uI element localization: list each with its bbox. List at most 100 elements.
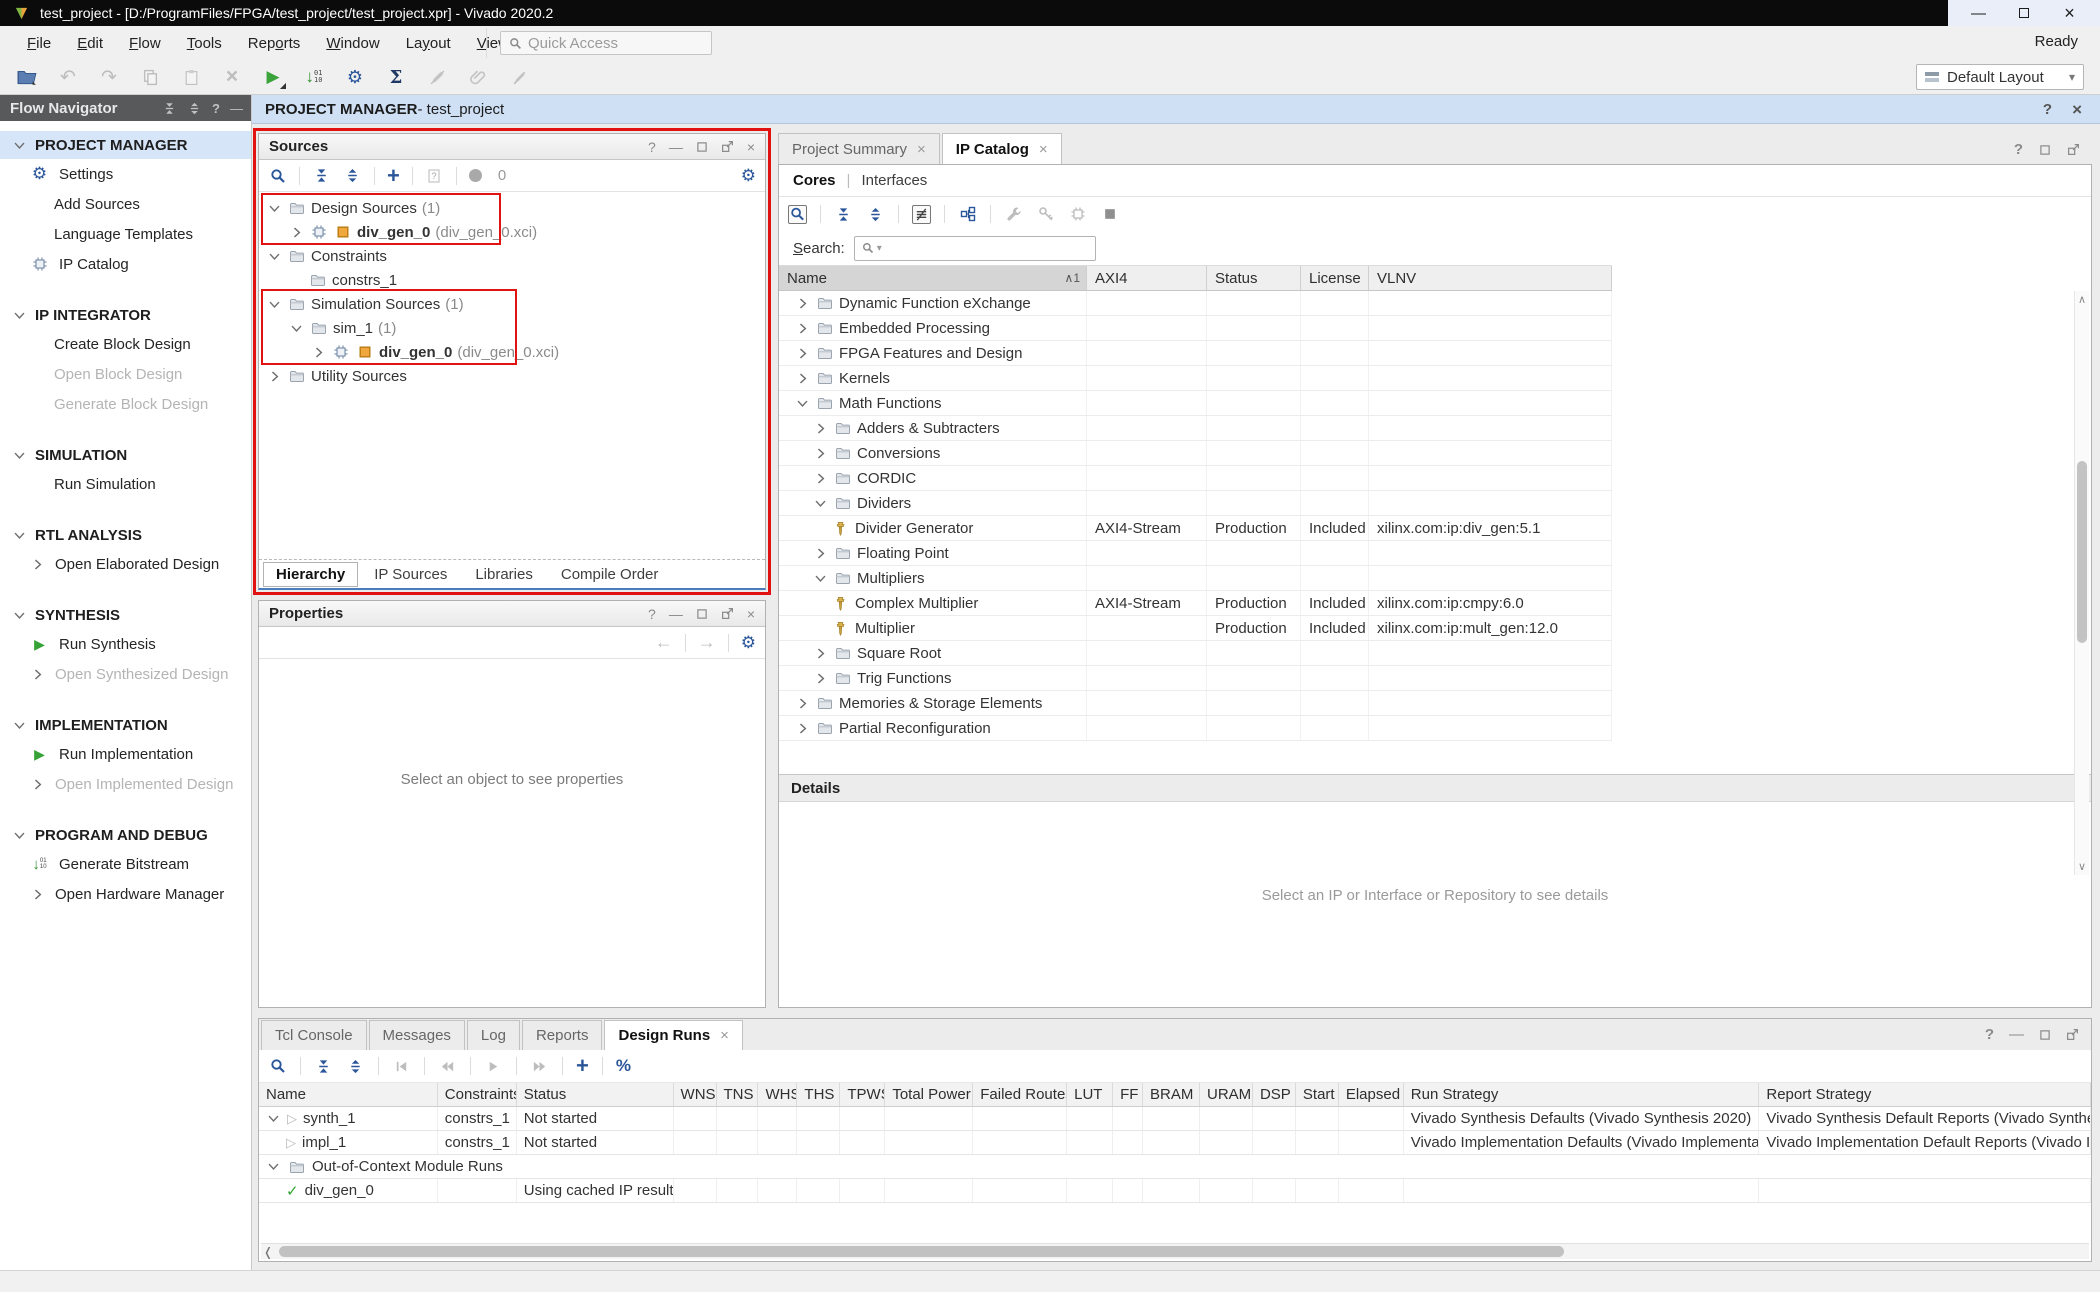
- ip-row-divider-generator[interactable]: Divider GeneratorAXI4-StreamProductionIn…: [779, 516, 1612, 541]
- gear-icon[interactable]: ⚙: [741, 633, 756, 653]
- tab-tcl-console[interactable]: Tcl Console: [261, 1020, 367, 1050]
- sidebar-item-run-simulation[interactable]: Run Simulation: [0, 469, 251, 499]
- chevron-right-icon[interactable]: [795, 346, 810, 361]
- menu-window[interactable]: Window: [313, 31, 392, 56]
- float-icon[interactable]: [721, 140, 734, 153]
- category-row-partial-reconfiguration[interactable]: Partial Reconfiguration: [779, 716, 1612, 741]
- category-row-cordic[interactable]: CORDIC: [779, 466, 1612, 491]
- chevron-right-icon[interactable]: [813, 671, 828, 686]
- menu-edit[interactable]: Edit: [64, 31, 116, 56]
- tab-log[interactable]: Log: [467, 1020, 520, 1050]
- flow-section-header-ip-integrator[interactable]: IP INTEGRATOR: [0, 301, 251, 329]
- tab-ip-sources[interactable]: IP Sources: [362, 563, 459, 586]
- chevron-right-icon[interactable]: [813, 646, 828, 661]
- column-header-elapsed[interactable]: Elapsed: [1339, 1083, 1404, 1106]
- generate-bitstream-icon[interactable]: ↓0110: [303, 66, 325, 88]
- search-icon[interactable]: [268, 1057, 287, 1076]
- forward-arrow-icon[interactable]: →: [698, 632, 716, 653]
- expand-all-icon[interactable]: [346, 1057, 365, 1076]
- utilization-icon[interactable]: %: [616, 1056, 631, 1076]
- column-header-vlnv[interactable]: VLNV: [1369, 266, 1612, 290]
- source-tree-item[interactable]: Constraints: [259, 244, 765, 268]
- chevron-right-icon[interactable]: [813, 446, 828, 461]
- settings-gear-icon[interactable]: ⚙: [344, 66, 366, 88]
- close-icon[interactable]: ×: [1039, 141, 1048, 158]
- flow-section-header-implementation[interactable]: IMPLEMENTATION: [0, 711, 251, 739]
- chevron-right-icon[interactable]: [795, 721, 810, 736]
- column-header-uram[interactable]: URAM: [1200, 1083, 1253, 1106]
- minimize-icon[interactable]: —: [669, 139, 683, 155]
- sidebar-item-open-block-design[interactable]: Open Block Design: [0, 359, 251, 389]
- expand-all-icon[interactable]: [866, 205, 885, 224]
- chevron-down-icon[interactable]: [267, 297, 282, 312]
- column-header-whs[interactable]: WHS: [758, 1083, 797, 1106]
- collapse-all-icon[interactable]: [314, 1057, 333, 1076]
- help-icon[interactable]: ?: [2014, 141, 2023, 158]
- help-icon[interactable]: ?: [2043, 101, 2052, 118]
- close-icon[interactable]: ×: [2072, 100, 2082, 120]
- sidebar-item-open-synthesized-design[interactable]: Open Synthesized Design: [0, 659, 251, 689]
- category-row-fpga-features-and-design[interactable]: FPGA Features and Design: [779, 341, 1612, 366]
- sidebar-item-open-hardware-manager[interactable]: Open Hardware Manager: [0, 879, 251, 909]
- chevron-right-icon[interactable]: [795, 371, 810, 386]
- source-tree-item[interactable]: constrs_1: [259, 268, 765, 292]
- menu-layout[interactable]: Layout: [393, 31, 464, 56]
- sidebar-item-generate-bitstream[interactable]: ↓0110Generate Bitstream: [0, 849, 251, 879]
- flow-section-header-project-manager[interactable]: PROJECT MANAGER: [0, 131, 251, 159]
- sidebar-item-ip-catalog[interactable]: IP Catalog: [0, 249, 251, 279]
- scroll-up-icon[interactable]: ∧: [2075, 293, 2089, 306]
- source-tree-item[interactable]: Design Sources (1): [259, 196, 765, 220]
- chevron-down-icon[interactable]: [289, 321, 304, 336]
- minimize-icon[interactable]: —: [1964, 5, 1994, 22]
- collapse-all-icon[interactable]: [162, 99, 177, 118]
- tab-project-summary[interactable]: Project Summary×: [778, 133, 940, 164]
- sidebar-item-open-implemented-design[interactable]: Open Implemented Design: [0, 769, 251, 799]
- column-header-run-strategy[interactable]: Run Strategy: [1404, 1083, 1760, 1106]
- hide-incompatible-filter-icon[interactable]: [912, 205, 931, 224]
- tab-design-runs[interactable]: Design Runs×: [604, 1020, 742, 1050]
- column-header-axi4[interactable]: AXI4: [1087, 266, 1207, 290]
- close-icon[interactable]: ×: [747, 139, 755, 155]
- chevron-down-icon[interactable]: [267, 249, 282, 264]
- column-header-dsp[interactable]: DSP: [1253, 1083, 1296, 1106]
- expand-all-icon[interactable]: [343, 166, 362, 185]
- sidebar-item-settings[interactable]: ⚙Settings: [0, 159, 251, 189]
- close-icon[interactable]: ×: [2055, 3, 2085, 24]
- tab-libraries[interactable]: Libraries: [463, 563, 545, 586]
- minimize-icon[interactable]: —: [230, 101, 243, 116]
- chevron-right-icon[interactable]: [795, 696, 810, 711]
- report-sum-icon[interactable]: Σ: [385, 66, 407, 88]
- sidebar-item-add-sources[interactable]: Add Sources: [0, 189, 251, 219]
- category-row-kernels[interactable]: Kernels: [779, 366, 1612, 391]
- category-row-conversions[interactable]: Conversions: [779, 441, 1612, 466]
- maximize-icon[interactable]: [2009, 5, 2039, 22]
- chevron-right-icon[interactable]: [813, 546, 828, 561]
- column-header-name[interactable]: Name∧1: [779, 266, 1087, 290]
- chevron-down-icon[interactable]: [813, 571, 828, 586]
- maximize-icon[interactable]: [696, 608, 708, 620]
- run-icon[interactable]: ▶◢: [262, 66, 284, 88]
- close-icon[interactable]: ×: [720, 1027, 729, 1044]
- tab-compile-order[interactable]: Compile Order: [549, 563, 671, 586]
- category-row-adders---subtracters[interactable]: Adders & Subtracters: [779, 416, 1612, 441]
- maximize-icon[interactable]: [2039, 141, 2051, 158]
- sidebar-item-create-block-design[interactable]: Create Block Design: [0, 329, 251, 359]
- chevron-down-icon[interactable]: [267, 201, 282, 216]
- chevron-right-icon[interactable]: [813, 471, 828, 486]
- open-recent-project-icon[interactable]: [16, 66, 38, 88]
- source-tree-item[interactable]: div_gen_0 (div_gen_0.xci): [259, 220, 765, 244]
- category-row-dividers[interactable]: Dividers: [779, 491, 1612, 516]
- scrollbar-thumb[interactable]: [2077, 461, 2087, 643]
- chevron-right-icon[interactable]: [813, 421, 828, 436]
- run-row-out-of-context-module-runs[interactable]: Out-of-Context Module Runs: [259, 1155, 2091, 1179]
- column-header-status[interactable]: Status: [517, 1083, 674, 1106]
- chevron-down-icon[interactable]: [813, 496, 828, 511]
- column-header-constraints[interactable]: Constraints: [438, 1083, 517, 1106]
- column-header-total-power[interactable]: Total Power: [885, 1083, 973, 1106]
- quick-access-input[interactable]: Quick Access: [500, 31, 712, 55]
- column-header-failed-routes[interactable]: Failed Routes: [973, 1083, 1067, 1106]
- chevron-right-icon[interactable]: [289, 225, 304, 240]
- subtab-interfaces[interactable]: Interfaces: [861, 172, 927, 189]
- chevron-down-icon[interactable]: [266, 1159, 281, 1174]
- source-tree-item[interactable]: sim_1 (1): [259, 316, 765, 340]
